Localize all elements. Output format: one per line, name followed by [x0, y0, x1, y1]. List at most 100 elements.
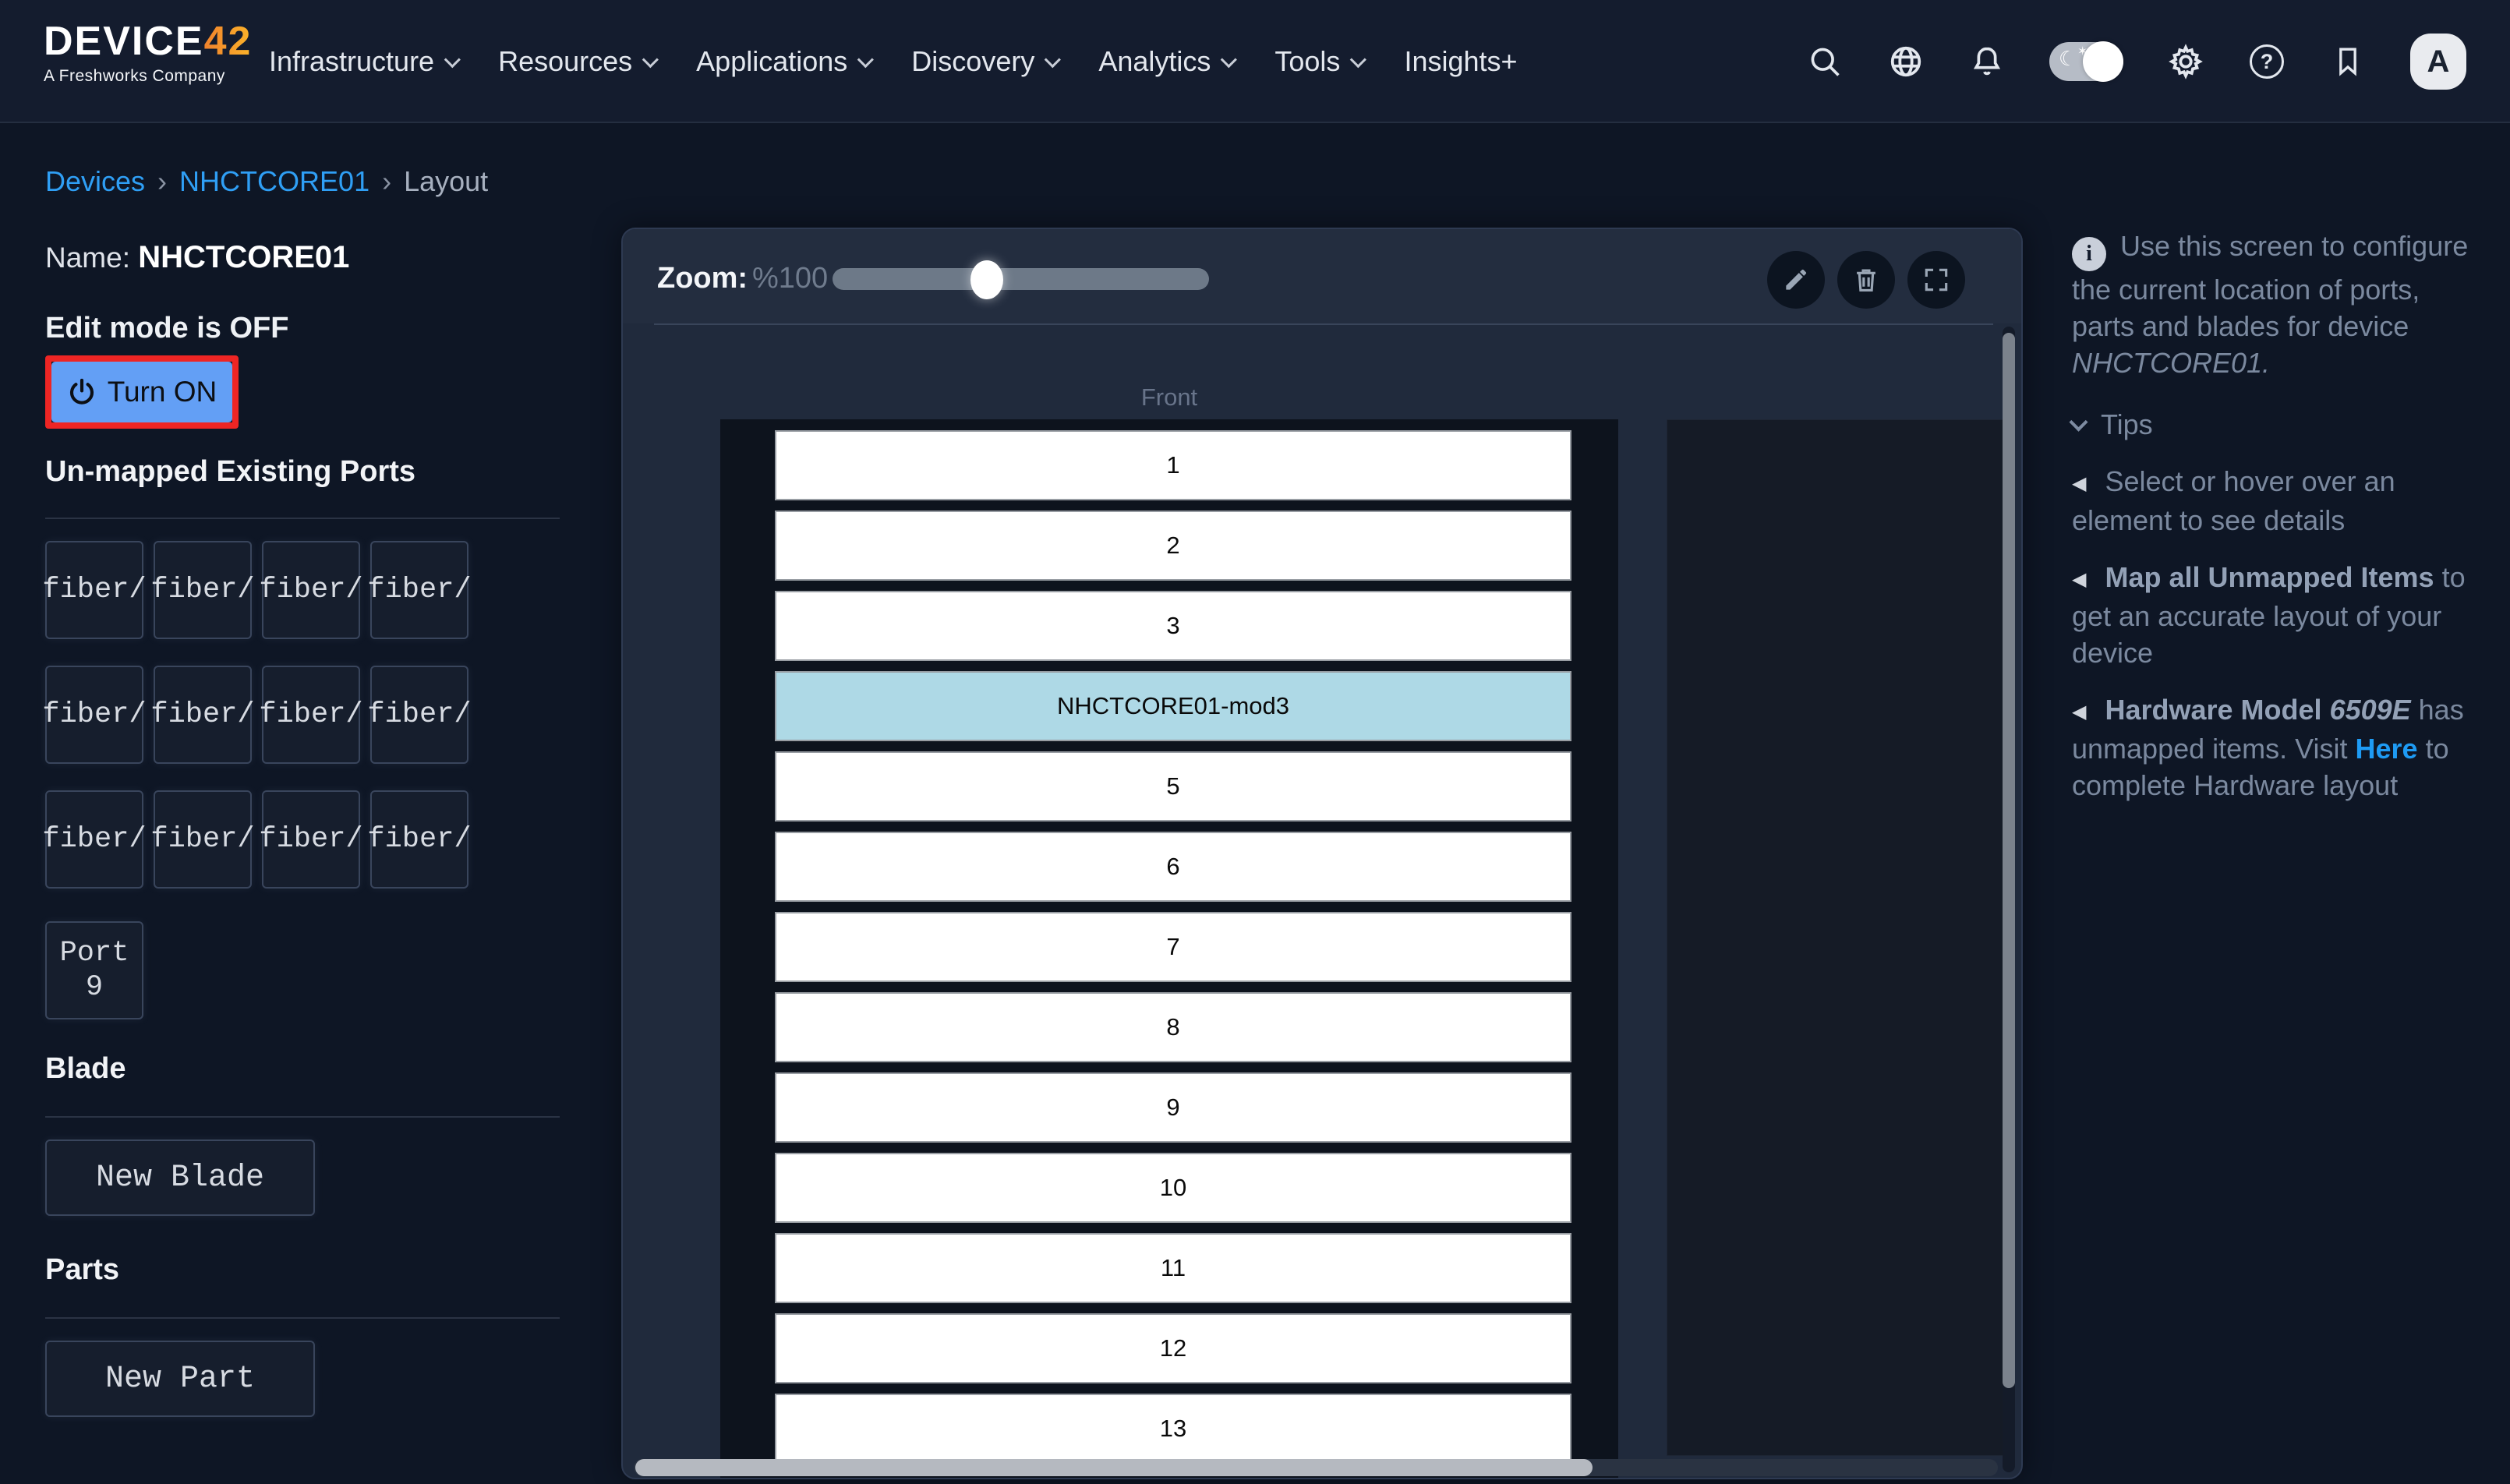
chevron-down-icon: [2069, 412, 2088, 431]
logo-accent: 42: [204, 19, 253, 64]
chassis-slot[interactable]: 7: [775, 912, 1571, 982]
unmapped-port-button[interactable]: fiber/: [370, 666, 468, 764]
unmapped-port-button[interactable]: fiber/: [154, 541, 252, 639]
nav-item-label: Applications: [696, 45, 847, 78]
triangle-bullet-icon: ◀: [2072, 568, 2086, 590]
unmapped-port-button[interactable]: fiber/: [154, 666, 252, 764]
user-avatar[interactable]: A: [2410, 34, 2466, 90]
help-icon[interactable]: ?: [2248, 43, 2286, 80]
tips-link[interactable]: Here: [2356, 733, 2418, 765]
edit-mode-status: Edit mode is OFF: [45, 312, 288, 345]
turn-on-highlight-box: Turn ON: [45, 355, 239, 429]
chassis-slot[interactable]: 3: [775, 591, 1571, 661]
nav-item-label: Insights+: [1404, 45, 1517, 78]
triangle-bullet-icon: ◀: [2072, 701, 2086, 723]
question-mark: ?: [2250, 44, 2284, 79]
chevron-down-icon: [857, 51, 874, 68]
toggle-knob[interactable]: [2083, 41, 2123, 82]
divider: [45, 518, 560, 519]
unmapped-port-button[interactable]: fiber/: [262, 666, 360, 764]
globe-icon[interactable]: [1887, 43, 1925, 80]
moon-icon: ☾: [2059, 48, 2077, 71]
nav-item-applications[interactable]: Applications: [696, 45, 869, 78]
triangle-bullet-icon: ◀: [2072, 472, 2086, 494]
layout-toolbar: Zoom: %100: [623, 229, 2021, 323]
page: DEVICE42 A Freshworks Company Infrastruc…: [0, 0, 2510, 1484]
power-icon: [67, 377, 97, 407]
header-icons: ☾ ✶ ? A: [1806, 0, 2466, 123]
vertical-scrollbar[interactable]: [2003, 333, 2015, 1388]
info-icon: i: [2072, 237, 2106, 271]
bell-icon[interactable]: [1968, 43, 2006, 80]
tip-item: ◀Map all Unmapped Items to get an accura…: [2072, 559, 2488, 671]
chassis-slot[interactable]: 8: [775, 992, 1571, 1062]
chevron-down-icon: [444, 51, 461, 68]
unmapped-port-button[interactable]: fiber/: [45, 541, 143, 639]
nav-item-discovery[interactable]: Discovery: [911, 45, 1056, 78]
unmapped-port-button[interactable]: fiber/: [45, 666, 143, 764]
chassis-slot[interactable]: 6: [775, 832, 1571, 902]
nav-item-tools[interactable]: Tools: [1274, 45, 1362, 78]
unmapped-port-button[interactable]: fiber/: [154, 790, 252, 889]
device-name: NHCTCORE01: [138, 240, 349, 274]
chevron-down-icon: [1045, 51, 1061, 68]
breadcrumb-current: Layout: [404, 165, 488, 198]
parts-heading: Parts: [45, 1253, 119, 1287]
logo-text: DEVICE42: [44, 19, 252, 64]
top-navigation-bar: DEVICE42 A Freshworks Company Infrastruc…: [0, 0, 2510, 123]
nav-item-resources[interactable]: Resources: [498, 45, 654, 78]
tips-text: Map all Unmapped Items: [2105, 561, 2434, 593]
breadcrumb-devices[interactable]: Devices: [45, 165, 145, 198]
tips-header[interactable]: Tips: [2072, 406, 2488, 443]
tips-panel: iUse this screen to configure the curren…: [2072, 228, 2488, 804]
device42-logo[interactable]: DEVICE42 A Freshworks Company: [44, 19, 252, 86]
delete-icon[interactable]: [1837, 251, 1895, 309]
chassis-slot[interactable]: 13: [775, 1394, 1571, 1464]
nav-item-infrastructure[interactable]: Infrastructure: [269, 45, 456, 78]
search-icon[interactable]: [1806, 43, 1844, 80]
unmapped-port-button[interactable]: fiber/: [262, 541, 360, 639]
zoom-value: %100: [752, 262, 828, 295]
new-part-button[interactable]: New Part: [45, 1341, 315, 1417]
fullscreen-icon[interactable]: [1907, 251, 1965, 309]
tips-text: Use this screen to configure the current…: [2072, 230, 2468, 342]
zoom-slider-thumb[interactable]: [970, 260, 1003, 299]
chevron-down-icon: [642, 51, 659, 68]
turn-on-button[interactable]: Turn ON: [51, 362, 232, 422]
zoom-label: Zoom:: [657, 262, 748, 295]
chassis-slot[interactable]: 10: [775, 1153, 1571, 1223]
turn-on-label: Turn ON: [108, 376, 217, 408]
divider: [45, 1317, 560, 1319]
theme-toggle[interactable]: ☾ ✶: [2049, 42, 2123, 81]
unmapped-port-button[interactable]: fiber/: [45, 790, 143, 889]
device-chassis: 123NHCTCORE01-mod35678910111213: [720, 419, 1618, 1479]
nav-item-insights-[interactable]: Insights+: [1404, 45, 1517, 78]
edit-icon[interactable]: [1767, 251, 1825, 309]
chassis-slot[interactable]: 11: [775, 1233, 1571, 1303]
chassis-slot[interactable]: 2: [775, 511, 1571, 581]
chassis-slot[interactable]: 1: [775, 430, 1571, 500]
chassis-slot[interactable]: 5: [775, 751, 1571, 822]
zoom-slider[interactable]: [833, 268, 1209, 290]
unmapped-port-button[interactable]: fiber/: [370, 541, 468, 639]
breadcrumb: Devices › NHCTCORE01 › Layout: [45, 165, 488, 198]
new-blade-button[interactable]: New Blade: [45, 1140, 315, 1216]
tips-list: ◀Select or hover over an element to see …: [2072, 463, 2488, 804]
port-9-button[interactable]: Port9: [45, 921, 143, 1019]
nav-item-analytics[interactable]: Analytics: [1098, 45, 1232, 78]
nav-item-label: Discovery: [911, 45, 1034, 78]
name-label: Name:: [45, 242, 130, 274]
chassis-slot[interactable]: 9: [775, 1072, 1571, 1143]
tips-title: Tips: [2101, 406, 2153, 443]
divider: [45, 1116, 560, 1118]
gear-icon[interactable]: [2167, 43, 2204, 80]
breadcrumb-device-name[interactable]: NHCTCORE01: [179, 165, 369, 198]
horizontal-scrollbar[interactable]: [635, 1459, 1593, 1476]
bookmark-icon[interactable]: [2329, 43, 2367, 80]
breadcrumb-separator: ›: [157, 165, 167, 198]
tip-item: ◀Select or hover over an element to see …: [2072, 463, 2488, 539]
chassis-slot[interactable]: 12: [775, 1313, 1571, 1383]
unmapped-port-button[interactable]: fiber/: [370, 790, 468, 889]
chassis-slot-module[interactable]: NHCTCORE01-mod3: [775, 671, 1571, 741]
unmapped-port-button[interactable]: fiber/: [262, 790, 360, 889]
